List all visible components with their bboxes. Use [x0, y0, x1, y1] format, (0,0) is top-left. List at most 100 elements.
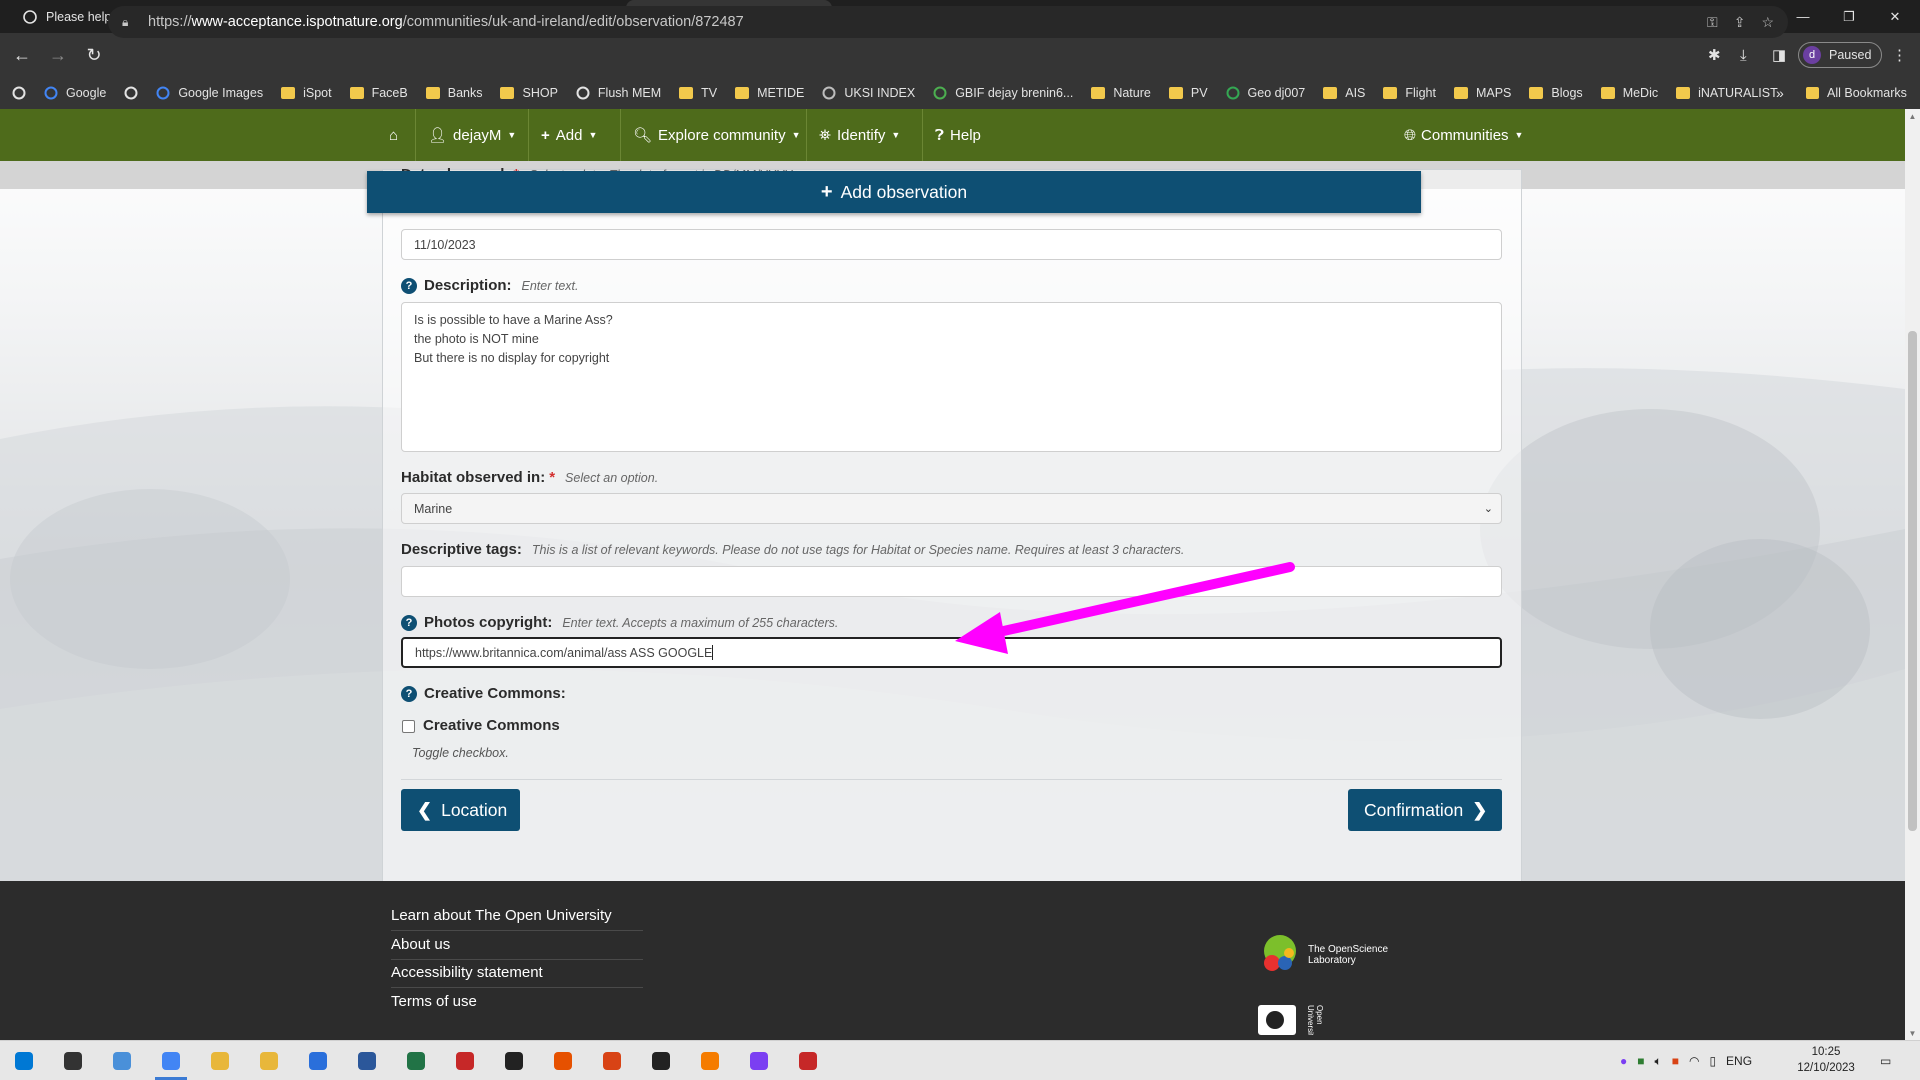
all-bookmarks[interactable]: All Bookmarks	[1806, 77, 1907, 109]
communities-menu[interactable]: 🌐︎ Communities ▼	[1392, 109, 1535, 161]
game-icon[interactable]	[543, 1045, 583, 1077]
bookmark-item[interactable]: Flush MEM	[576, 86, 661, 100]
scroll-up-icon[interactable]: ▲	[1905, 109, 1920, 123]
color-tray-icon[interactable]: ■	[1672, 1054, 1679, 1068]
file-explorer-icon[interactable]	[102, 1045, 142, 1077]
date-field[interactable]: 11/10/2023	[401, 229, 1502, 260]
footer-link[interactable]: Terms of use	[391, 993, 477, 1010]
bookmark-item[interactable]: GBIF dejay brenin6...	[933, 86, 1073, 100]
bookmark-item[interactable]: Google	[44, 86, 106, 100]
cc-checkbox-label[interactable]: Creative Commons	[423, 717, 560, 734]
description-hint: Enter text.	[521, 278, 579, 293]
battery-icon[interactable]: ▯	[1709, 1054, 1716, 1068]
bookmark-item[interactable]: iNATURALIST	[1676, 86, 1778, 100]
add-observation-button[interactable]: + Add observation	[367, 171, 1421, 213]
folder-icon[interactable]	[200, 1045, 240, 1077]
tags-input[interactable]	[401, 566, 1502, 597]
help-icon[interactable]: ?	[401, 277, 417, 294]
gpu-tray-icon[interactable]: ■	[1637, 1054, 1644, 1068]
description-textarea[interactable]: Is is possible to have a Marine Ass? the…	[401, 302, 1502, 452]
bookmark-item[interactable]: SHOP	[500, 86, 558, 100]
menu-icon[interactable]: ⋮	[1892, 33, 1907, 77]
address-bar[interactable]: 🔒︎ https://www-acceptance.ispotnature.or…	[108, 6, 1788, 38]
footer-link[interactable]: About us	[391, 936, 450, 953]
messenger-tray-icon[interactable]: ●	[1620, 1054, 1627, 1068]
gbif-leaf-icon	[933, 86, 947, 100]
home-icon[interactable]: ⌂	[377, 109, 410, 161]
windows-start-icon[interactable]	[4, 1045, 44, 1077]
bookmark-item[interactable]: MeDic	[1600, 86, 1658, 100]
help-menu[interactable]: ❓︎ Help	[922, 109, 993, 161]
bookmark-item[interactable]: Google Images	[156, 86, 263, 100]
bookmark-label: METIDE	[757, 86, 805, 100]
help-icon[interactable]: ?	[401, 614, 417, 631]
bookmark-item[interactable]: METIDE	[735, 86, 804, 100]
bookmark-item[interactable]: AIS	[1323, 86, 1365, 100]
bookmark-item[interactable]: Blogs	[1529, 86, 1583, 100]
share-icon[interactable]: ⇪	[1734, 14, 1746, 31]
back-icon[interactable]: ←	[6, 39, 38, 71]
image-viewer-icon[interactable]	[249, 1045, 289, 1077]
bookmark-item[interactable]: Nature	[1091, 86, 1151, 100]
extensions-icon[interactable]: ✱	[1708, 33, 1721, 77]
add-menu[interactable]: + Add ▼	[528, 109, 609, 161]
bookmarks-overflow-icon[interactable]: »	[1776, 77, 1784, 109]
messenger-icon[interactable]	[739, 1045, 779, 1077]
bookmark-item[interactable]: MAPS	[1453, 86, 1511, 100]
star-icon[interactable]: ☆	[1761, 14, 1774, 31]
bookmark-item[interactable]: UKSI INDEX	[822, 86, 915, 100]
side-panel-icon[interactable]: ◨	[1772, 33, 1786, 77]
restore-icon[interactable]: ❐	[1826, 0, 1872, 33]
language-indicator[interactable]: ENG	[1726, 1054, 1752, 1068]
firefox-icon[interactable]	[298, 1045, 338, 1077]
copyright-input[interactable]: https://www.britannica.com/animal/ass AS…	[401, 637, 1502, 668]
confirmation-button[interactable]: Confirmation ❯	[1348, 789, 1502, 831]
close-window-icon[interactable]: ✕	[1872, 0, 1918, 33]
open-university-logo[interactable]	[1258, 1005, 1296, 1035]
task-view-icon[interactable]	[53, 1045, 93, 1077]
wifi-icon[interactable]: ◠	[1689, 1054, 1699, 1068]
forward-icon[interactable]: →	[42, 39, 74, 71]
snip-icon[interactable]	[788, 1045, 828, 1077]
amazon-icon[interactable]	[641, 1045, 681, 1077]
help-icon[interactable]: ?	[401, 685, 417, 702]
open-science-lab-logo[interactable]: The OpenScience Laboratory	[1258, 933, 1388, 977]
scroll-down-icon[interactable]: ▼	[1905, 1026, 1920, 1040]
communities-menu-label: Communities	[1421, 126, 1509, 144]
explore-menu[interactable]: 🔍︎ Explore community ▼	[620, 109, 813, 161]
bookmark-item[interactable]: FaceB	[349, 86, 408, 100]
app-icon[interactable]	[592, 1045, 632, 1077]
bookmark-item[interactable]: TV	[679, 86, 717, 100]
identify-menu[interactable]: ⛯ Identify ▼	[806, 109, 912, 161]
page-scrollbar[interactable]: ▲ ▼	[1905, 109, 1920, 1040]
creative-commons-checkbox[interactable]	[402, 720, 415, 733]
paint-icon[interactable]	[445, 1045, 485, 1077]
user-menu[interactable]: 👤︎ dejayM ▼	[415, 109, 528, 161]
scrollbar-thumb[interactable]	[1908, 331, 1917, 831]
clock[interactable]: 10:25 12/10/2023	[1786, 1044, 1866, 1076]
profile-status: Paused	[1829, 48, 1872, 62]
habitat-select[interactable]: Marine ⌄	[401, 493, 1502, 524]
volume-icon[interactable]: 🔈︎	[1655, 1054, 1662, 1069]
bookmark-item[interactable]: iSpot	[281, 86, 332, 100]
footer-link[interactable]: Accessibility statement	[391, 964, 543, 981]
footer-link[interactable]: Learn about The Open University	[391, 907, 612, 924]
bookmark-item[interactable]	[12, 86, 34, 100]
key-icon[interactable]: ⚿	[1707, 14, 1718, 31]
bookmark-item[interactable]: PV	[1168, 86, 1208, 100]
profile-button[interactable]: d Paused	[1798, 42, 1883, 68]
location-button[interactable]: ❮ Location	[401, 789, 520, 831]
settings-app-icon[interactable]	[690, 1045, 730, 1077]
bookmark-item[interactable]: Geo dj007	[1226, 86, 1305, 100]
reload-icon[interactable]: ↻	[78, 39, 110, 71]
word-icon[interactable]	[347, 1045, 387, 1077]
chrome-icon[interactable]	[151, 1045, 191, 1080]
color-app-icon[interactable]	[494, 1045, 534, 1077]
download-icon[interactable]: ⤓	[1740, 33, 1747, 77]
excel-icon[interactable]	[396, 1045, 436, 1077]
bookmark-item[interactable]: Banks	[425, 86, 482, 100]
notifications-icon[interactable]: ▭	[1880, 1041, 1891, 1080]
gear-icon	[576, 86, 590, 100]
bookmark-item[interactable]: Flight	[1383, 86, 1436, 100]
bookmark-item[interactable]	[124, 86, 146, 100]
